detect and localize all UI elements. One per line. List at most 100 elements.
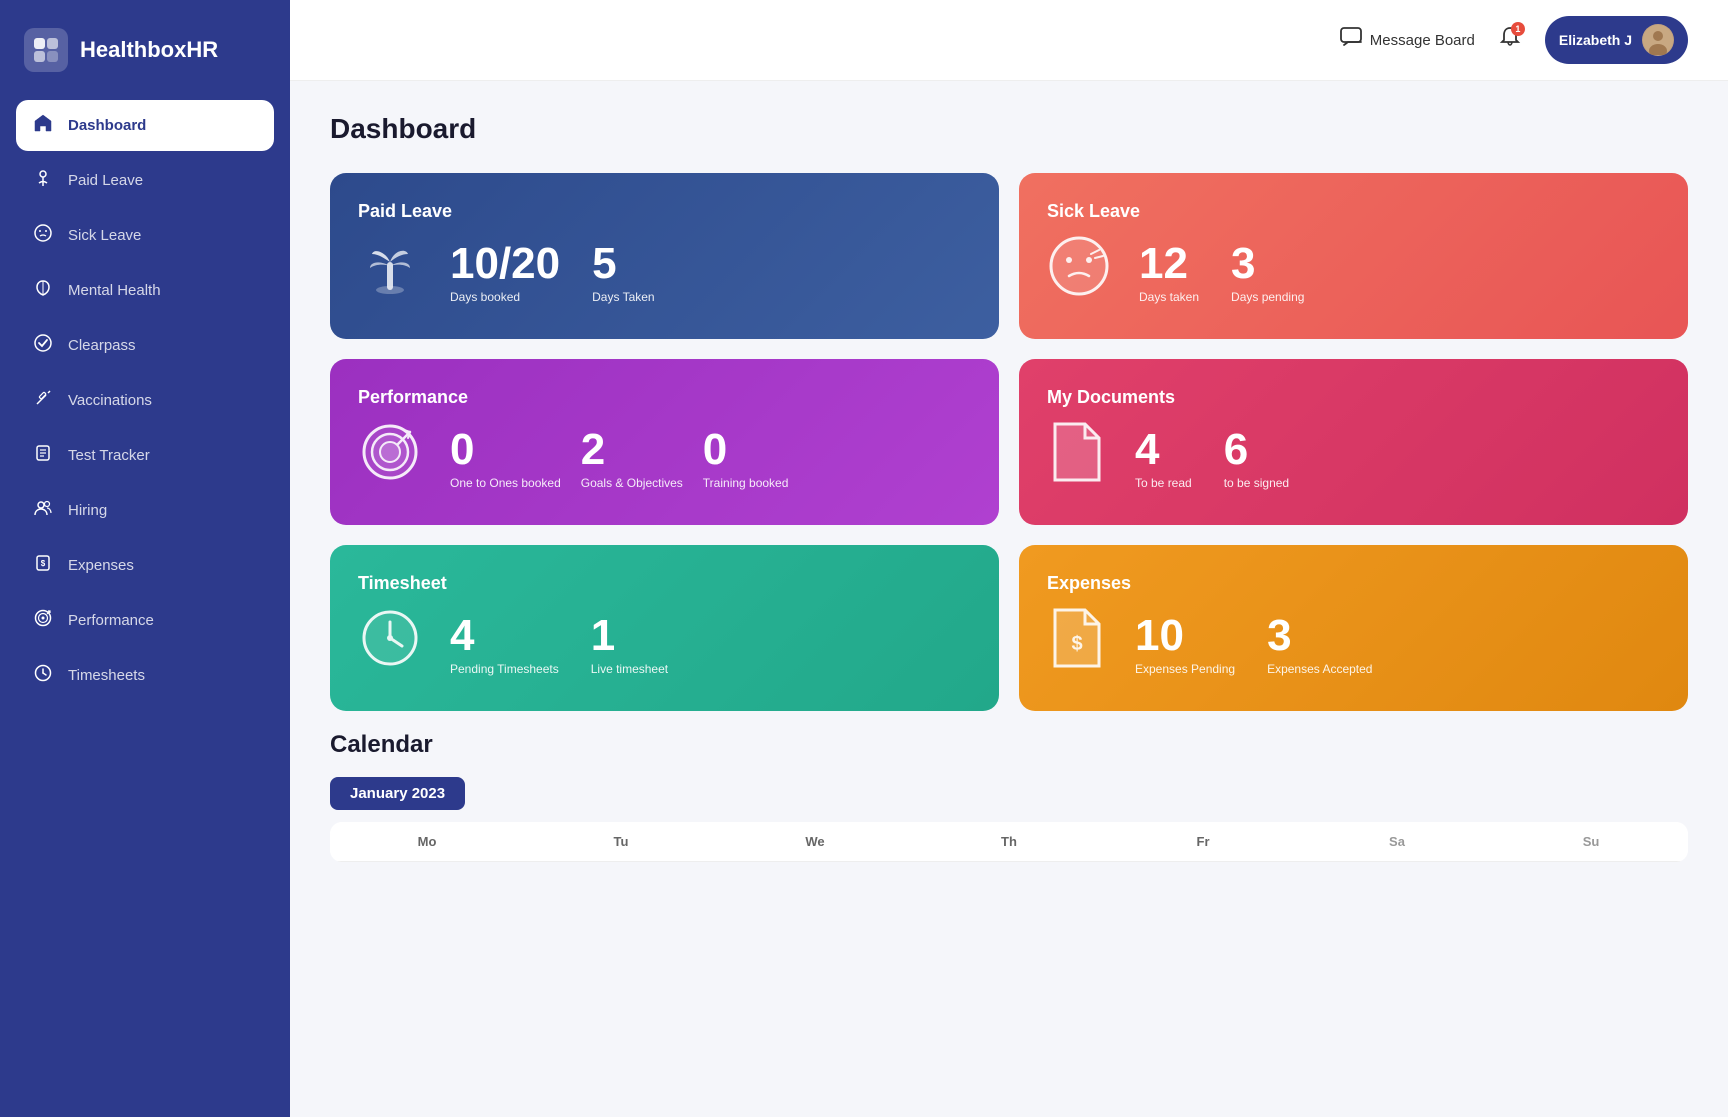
notification-badge: 1: [1511, 22, 1525, 36]
sidebar: HealthboxHR Dashboard Paid Leave: [0, 0, 290, 1117]
sidebar-item-test-tracker[interactable]: Test Tracker: [16, 430, 274, 481]
expenses-stat-pending: 10 Expenses Pending: [1135, 614, 1235, 676]
exp-accepted-label: Expenses Accepted: [1267, 662, 1372, 676]
sidebar-item-hiring-label: Hiring: [68, 502, 107, 519]
sidebar-item-paid-leave-label: Paid Leave: [68, 172, 143, 189]
day-fr: Fr: [1106, 822, 1300, 862]
top-header: Message Board 1 Elizabeth J: [290, 0, 1728, 81]
brain-icon: [32, 279, 54, 302]
training-value: 0: [703, 428, 789, 472]
paid-leave-stats: 10/20 Days booked 5 Days Taken: [450, 242, 655, 304]
sidebar-item-test-tracker-label: Test Tracker: [68, 447, 150, 464]
logo-icon: [24, 28, 68, 72]
calendar-days-header: Mo Tu We Th Fr Sa Su: [330, 822, 1688, 862]
day-sa: Sa: [1300, 822, 1494, 862]
timesheet-card[interactable]: Timesheet 4 Pending Timesheets: [330, 545, 999, 711]
documents-body: 4 To be read 6 to be signed: [1047, 420, 1660, 497]
days-taken-value: 5: [592, 242, 654, 286]
performance-body: 0 One to Ones booked 2 Goals & Objective…: [358, 420, 971, 497]
home-icon: [32, 114, 54, 137]
palm-tree-icon: [358, 234, 422, 311]
people-icon: [32, 499, 54, 522]
sidebar-item-vaccinations[interactable]: Vaccinations: [16, 375, 274, 426]
live-ts-value: 1: [591, 614, 668, 658]
cards-row-1: Paid Leave 10/2: [330, 173, 1688, 339]
performance-stat-training: 0 Training booked: [703, 428, 789, 490]
documents-title: My Documents: [1047, 387, 1660, 408]
sidebar-navigation: Dashboard Paid Leave: [0, 100, 290, 701]
paid-leave-title: Paid Leave: [358, 201, 971, 222]
performance-stat-ones: 0 One to Ones booked: [450, 428, 561, 490]
svg-text:$: $: [41, 559, 46, 568]
sick-leave-title: Sick Leave: [1047, 201, 1660, 222]
user-avatar: [1642, 24, 1674, 56]
sidebar-item-mental-health-label: Mental Health: [68, 282, 161, 299]
sick-leave-stat-pending: 3 Days pending: [1231, 242, 1304, 304]
expenses-title: Expenses: [1047, 573, 1660, 594]
day-tu: Tu: [524, 822, 718, 862]
calendar-header: January 2023: [330, 777, 1688, 810]
dollar-doc-icon: $: [32, 554, 54, 577]
documents-stat-sign: 6 to be signed: [1224, 428, 1289, 490]
paid-leave-card[interactable]: Paid Leave 10/2: [330, 173, 999, 339]
timesheet-title: Timesheet: [358, 573, 971, 594]
user-profile-button[interactable]: Elizabeth J: [1545, 16, 1688, 64]
sick-leave-card[interactable]: Sick Leave 12 Da: [1019, 173, 1688, 339]
to-read-label: To be read: [1135, 476, 1192, 490]
sidebar-item-clearpass[interactable]: Clearpass: [16, 320, 274, 371]
notification-button[interactable]: 1: [1499, 26, 1521, 54]
clock-large-icon: [358, 606, 422, 683]
svg-text:$: $: [1071, 633, 1082, 655]
document-icon: [1047, 420, 1107, 497]
expenses-card[interactable]: Expenses $ 10 Expenses Pending: [1019, 545, 1688, 711]
timesheet-body: 4 Pending Timesheets 1 Live timesheet: [358, 606, 971, 683]
ones-value: 0: [450, 428, 561, 472]
document-lines-icon: [32, 444, 54, 467]
message-board-label: Message Board: [1370, 32, 1475, 49]
exp-pending-value: 10: [1135, 614, 1235, 658]
calendar-section: Calendar January 2023 Mo Tu We Th Fr Sa …: [330, 731, 1688, 862]
main-content: Message Board 1 Elizabeth J Dashboard: [290, 0, 1728, 1117]
message-icon: [1340, 27, 1362, 53]
sidebar-item-paid-leave[interactable]: Paid Leave: [16, 155, 274, 206]
app-logo: HealthboxHR: [0, 0, 290, 100]
sidebar-item-vaccinations-label: Vaccinations: [68, 392, 152, 409]
sidebar-item-expenses[interactable]: $ Expenses: [16, 540, 274, 591]
dashboard-content: Dashboard Paid Leave: [290, 81, 1728, 894]
sick-face-icon: [1047, 234, 1111, 311]
days-taken-label: Days Taken: [592, 290, 654, 304]
sidebar-item-expenses-label: Expenses: [68, 557, 134, 574]
target-goal-icon: [358, 420, 422, 497]
sidebar-item-mental-health[interactable]: Mental Health: [16, 265, 274, 316]
performance-card[interactable]: Performance 0 On: [330, 359, 999, 525]
calendar-month-badge[interactable]: January 2023: [330, 777, 465, 810]
sidebar-item-performance[interactable]: Performance: [16, 595, 274, 646]
sick-days-taken-value: 12: [1139, 242, 1199, 286]
sidebar-item-timesheets[interactable]: Timesheets: [16, 650, 274, 701]
to-sign-value: 6: [1224, 428, 1289, 472]
sidebar-item-dashboard[interactable]: Dashboard: [16, 100, 274, 151]
sidebar-item-hiring[interactable]: Hiring: [16, 485, 274, 536]
message-board-button[interactable]: Message Board: [1340, 27, 1475, 53]
live-ts-label: Live timesheet: [591, 662, 668, 676]
expenses-stats: 10 Expenses Pending 3 Expenses Accepted: [1135, 614, 1372, 676]
cards-row-3: Timesheet 4 Pending Timesheets: [330, 545, 1688, 711]
sick-leave-stats: 12 Days taken 3 Days pending: [1139, 242, 1304, 304]
sidebar-item-sick-leave-label: Sick Leave: [68, 227, 141, 244]
to-read-value: 4: [1135, 428, 1192, 472]
documents-stat-read: 4 To be read: [1135, 428, 1192, 490]
day-we: We: [718, 822, 912, 862]
days-booked-label: Days booked: [450, 290, 560, 304]
sick-days-pending-label: Days pending: [1231, 290, 1304, 304]
documents-card[interactable]: My Documents 4 To be read: [1019, 359, 1688, 525]
app-name: HealthboxHR: [80, 37, 218, 63]
sick-leave-stat-taken: 12 Days taken: [1139, 242, 1199, 304]
paid-leave-stat-taken: 5 Days Taken: [592, 242, 654, 304]
performance-title: Performance: [358, 387, 971, 408]
timesheet-stat-live: 1 Live timesheet: [591, 614, 668, 676]
training-label: Training booked: [703, 476, 789, 490]
paid-leave-body: 10/20 Days booked 5 Days Taken: [358, 234, 971, 311]
expense-doc-icon: $: [1047, 606, 1107, 683]
sidebar-item-sick-leave[interactable]: Sick Leave: [16, 210, 274, 261]
day-th: Th: [912, 822, 1106, 862]
